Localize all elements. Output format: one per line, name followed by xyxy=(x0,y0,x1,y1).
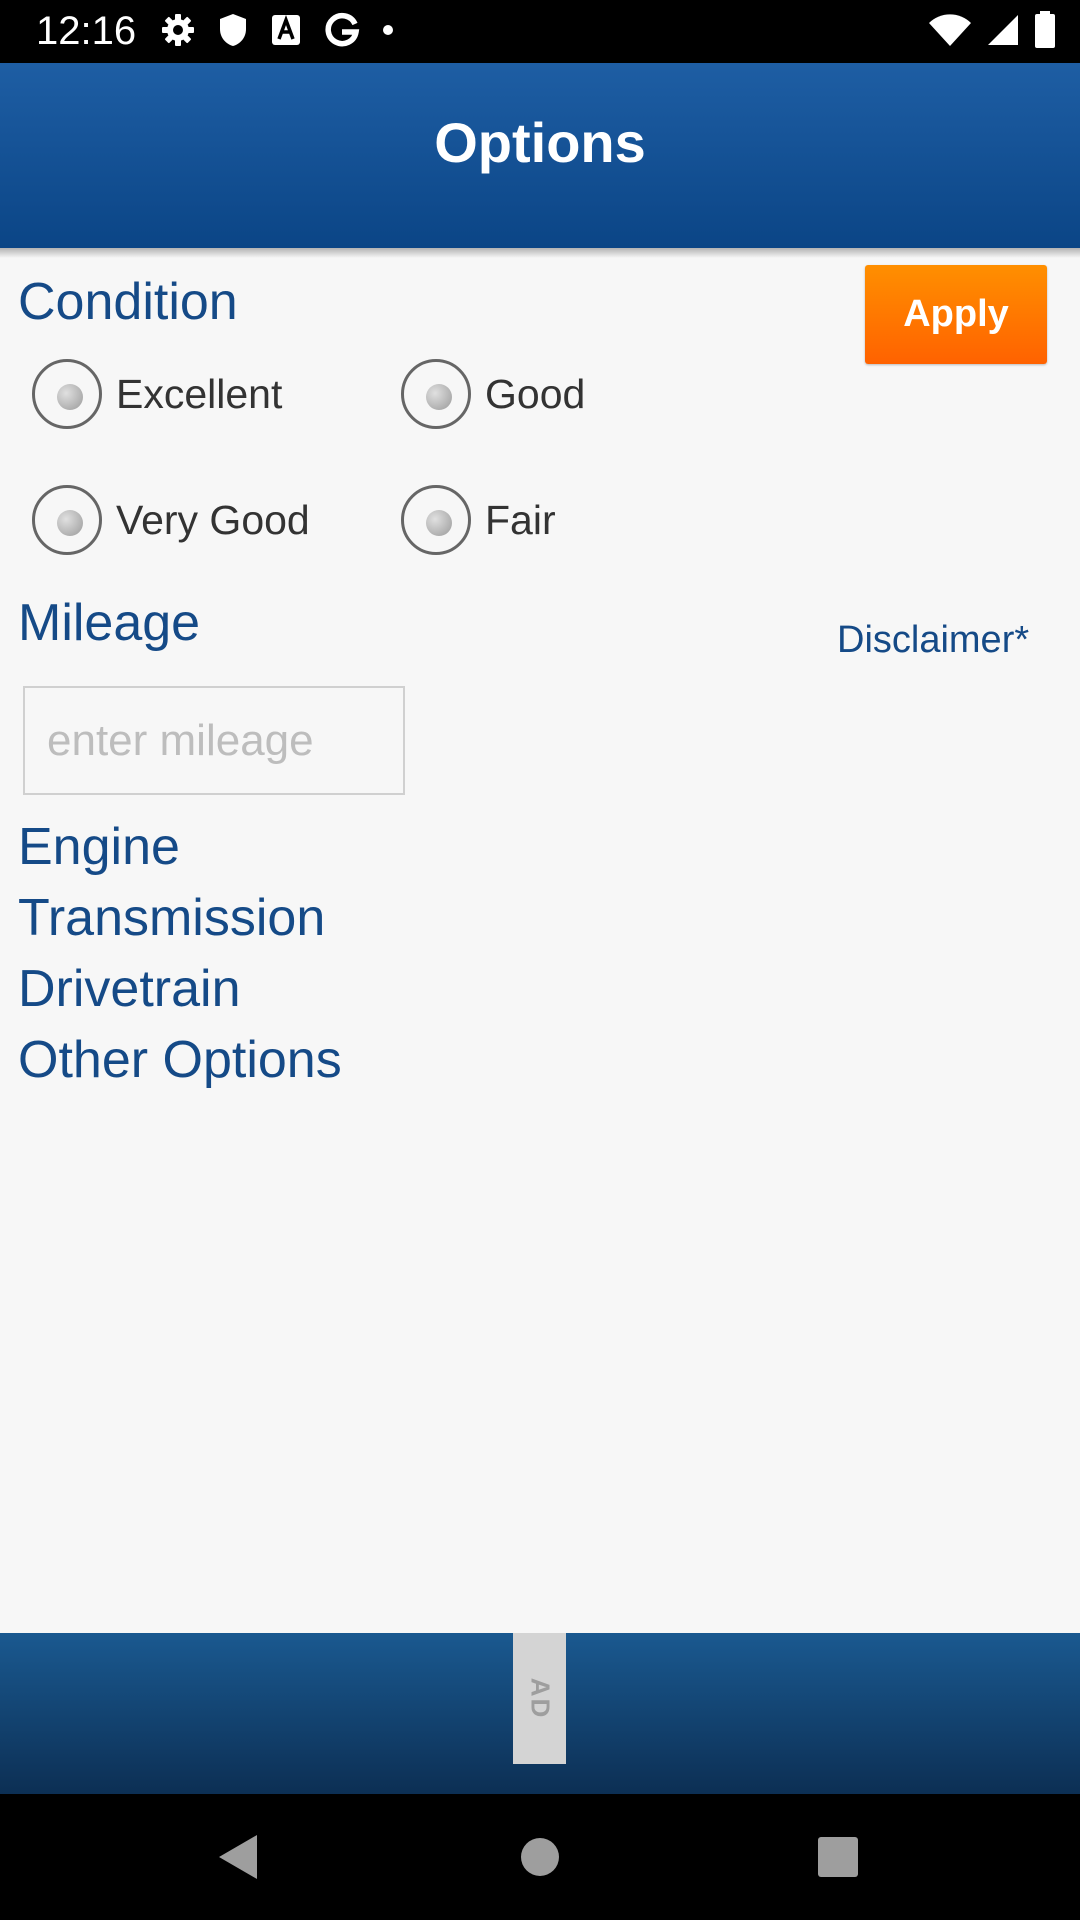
back-icon xyxy=(219,1835,257,1879)
google-g-icon xyxy=(324,12,360,53)
back-button[interactable] xyxy=(208,1827,268,1887)
radio-very-good[interactable]: Very Good xyxy=(32,480,310,560)
mileage-input[interactable] xyxy=(23,686,405,795)
apply-button[interactable]: Apply xyxy=(865,265,1047,364)
recents-icon xyxy=(818,1837,858,1877)
header-shadow xyxy=(0,248,1080,258)
signal-icon xyxy=(986,13,1020,52)
radio-button-icon[interactable] xyxy=(32,485,102,555)
app-header: Options xyxy=(0,63,1080,248)
other-options-link[interactable]: Other Options xyxy=(18,1030,342,1090)
disclaimer-link[interactable]: Disclaimer* xyxy=(837,617,1029,663)
status-icons-right xyxy=(928,10,1056,54)
recents-button[interactable] xyxy=(808,1827,868,1887)
gear-icon xyxy=(160,12,196,53)
radio-good[interactable]: Good xyxy=(401,354,585,434)
radio-fair[interactable]: Fair xyxy=(401,480,556,560)
status-icons-left xyxy=(160,12,394,52)
radio-button-icon[interactable] xyxy=(32,359,102,429)
condition-title: Condition xyxy=(18,273,238,331)
navigation-bar xyxy=(0,1794,1080,1920)
status-time: 12:16 xyxy=(36,9,137,53)
radio-button-icon[interactable] xyxy=(401,485,471,555)
dot-icon xyxy=(382,23,394,41)
page-title: Options xyxy=(434,111,646,174)
drivetrain-link[interactable]: Drivetrain xyxy=(18,959,241,1019)
mileage-title: Mileage xyxy=(18,594,201,652)
status-bar: 12:16 xyxy=(0,0,1080,63)
font-a-icon xyxy=(270,13,302,52)
radio-label-excellent[interactable]: Excellent xyxy=(116,369,282,419)
engine-link[interactable]: Engine xyxy=(18,817,180,877)
battery-icon xyxy=(1034,10,1056,54)
radio-button-icon[interactable] xyxy=(401,359,471,429)
radio-label-very-good[interactable]: Very Good xyxy=(116,495,310,545)
shield-icon xyxy=(218,12,248,53)
ad-label: AD xyxy=(525,1677,555,1720)
radio-label-good[interactable]: Good xyxy=(485,369,585,419)
radio-label-fair[interactable]: Fair xyxy=(485,495,556,545)
ad-tab[interactable]: AD xyxy=(513,1633,566,1764)
transmission-link[interactable]: Transmission xyxy=(18,888,325,948)
home-button[interactable] xyxy=(510,1827,570,1887)
wifi-icon xyxy=(928,13,972,52)
home-icon xyxy=(521,1838,559,1876)
radio-excellent[interactable]: Excellent xyxy=(32,354,282,434)
